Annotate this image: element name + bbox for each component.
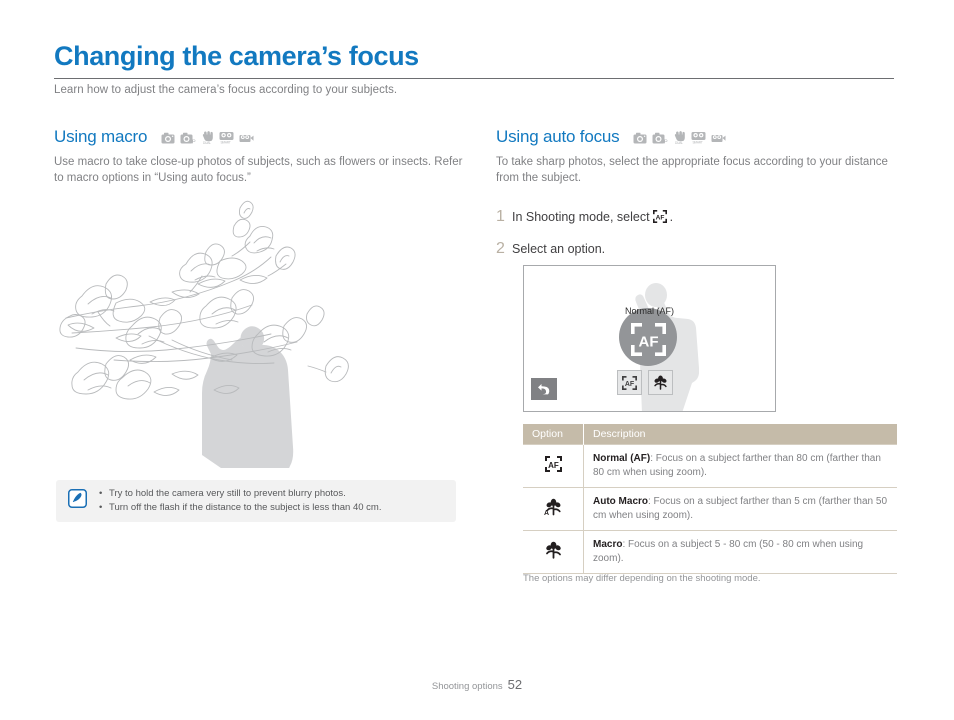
column-header-option: Option [523, 424, 584, 445]
camera-program-icon: P [180, 132, 196, 144]
lcd-af-button[interactable]: AF [617, 370, 642, 395]
focus-options-table: Option Description AF Normal (AF): Focus… [523, 424, 897, 574]
option-icon-cell: AF [523, 444, 584, 488]
option-icon-cell [523, 530, 584, 574]
table-caption: The options may differ depending on the … [523, 573, 761, 584]
left-column: Using macro P DUAL SMART Use macro to ta… [54, 126, 464, 522]
magnolia-branch-photographer-illustration [54, 188, 374, 514]
option-description-cell: Auto Macro: Focus on a subject farther t… [583, 487, 897, 531]
movie-icon [239, 132, 254, 144]
svg-text:P: P [192, 140, 196, 145]
svg-text:DUAL: DUAL [203, 141, 211, 144]
svg-text:AF: AF [639, 334, 659, 351]
option-description-cell: Normal (AF): Focus on a subject farther … [583, 444, 897, 488]
camera-program-icon: P [652, 132, 668, 144]
af-bracket-icon: AF [631, 323, 666, 361]
left-section-body: Use macro to take close-up photos of sub… [54, 156, 463, 184]
bullet-icon: • [99, 488, 103, 499]
step-text-before: Select an option. [512, 242, 606, 256]
note-item-text: Turn off the flash if the distance to th… [109, 502, 382, 513]
svg-text:P: P [664, 140, 668, 145]
option-name: Macro [593, 539, 623, 550]
option-description: : Focus on a subject 5 - 80 cm (50 - 80 … [593, 539, 864, 564]
step-number: 2 [496, 240, 505, 257]
table-row: A Auto Macro: Focus on a subject farther… [523, 487, 897, 531]
camera-auto-icon [633, 132, 647, 144]
smart-auto-icon: SMART [691, 130, 706, 144]
step-text: In Shooting mode, select AF . [512, 209, 673, 225]
right-column: Using auto focus P DUAL SMART To take sh… [496, 126, 897, 584]
mode-icon-group-left: P DUAL SMART [161, 130, 254, 144]
note-item: • Try to hold the camera very still to p… [99, 487, 381, 501]
camera-lcd-preview: Normal (AF) AF AF [523, 265, 776, 412]
note-pen-icon [68, 489, 87, 513]
mode-icon-group-right: P DUAL SMART [633, 130, 726, 144]
camera-auto-icon [161, 132, 175, 144]
back-arrow-icon[interactable] [531, 378, 557, 400]
step-1: 1 In Shooting mode, select AF . [496, 208, 896, 226]
svg-text:SMART: SMART [221, 141, 231, 144]
left-section-title: Using macro [54, 127, 148, 146]
auto-macro-flower-icon: A [543, 498, 563, 519]
page-footer: Shooting options 52 [0, 676, 954, 694]
table-row: Macro: Focus on a subject 5 - 80 cm (50 … [523, 530, 897, 574]
table-row: AF Normal (AF): Focus on a subject farth… [523, 444, 897, 488]
note-box: • Try to hold the camera very still to p… [56, 480, 456, 522]
af-bracket-icon: AF [544, 455, 562, 475]
title-divider [54, 78, 894, 79]
step-text: Select an option. [512, 242, 605, 256]
option-name: Auto Macro [593, 496, 648, 507]
column-header-description: Description [583, 424, 897, 445]
macro-flower-icon [544, 541, 563, 562]
svg-text:SMART: SMART [693, 141, 703, 144]
section-heading-using-macro: Using macro P DUAL SMART [54, 126, 464, 148]
smart-auto-icon: SMART [219, 130, 234, 144]
right-section-title: Using auto focus [496, 127, 620, 146]
option-name: Normal (AF) [593, 453, 651, 464]
table-header-row: Option Description [523, 424, 897, 445]
macro-flower-icon [654, 375, 667, 390]
step-text-after: . [669, 210, 674, 224]
step-2: 2 Select an option. [496, 240, 896, 258]
note-item-text: Try to hold the camera very still to pre… [109, 488, 346, 499]
note-item: • Turn off the flash if the distance to … [99, 501, 381, 515]
svg-text:A: A [544, 510, 549, 516]
bullet-icon: • [99, 502, 103, 513]
footer-section-label: Shooting options [431, 681, 503, 692]
dual-is-icon: DUAL [673, 130, 686, 144]
page-subtitle: Learn how to adjust the camera’s focus a… [54, 84, 398, 96]
footer-page-number: 52 [507, 677, 523, 692]
option-description-cell: Macro: Focus on a subject 5 - 80 cm (50 … [583, 530, 897, 574]
af-bracket-icon: AF [652, 210, 667, 226]
option-icon-cell: A [523, 487, 584, 531]
lcd-option-label: Normal (AF) [625, 306, 674, 316]
movie-icon [711, 132, 726, 144]
svg-text:DUAL: DUAL [675, 141, 683, 144]
svg-text:AF: AF [548, 460, 559, 469]
lcd-macro-button[interactable] [648, 370, 673, 395]
step-number: 1 [496, 208, 505, 225]
svg-text:AF: AF [625, 381, 635, 388]
note-list: • Try to hold the camera very still to p… [99, 487, 381, 515]
page-title: Changing the camera’s focus [54, 41, 419, 71]
section-heading-using-auto-focus: Using auto focus P DUAL SMART [496, 126, 896, 148]
dual-is-icon: DUAL [201, 130, 214, 144]
svg-text:AF: AF [655, 215, 664, 222]
step-text-before: In Shooting mode, select [512, 210, 650, 224]
right-section-body: To take sharp photos, select the appropr… [496, 156, 888, 184]
